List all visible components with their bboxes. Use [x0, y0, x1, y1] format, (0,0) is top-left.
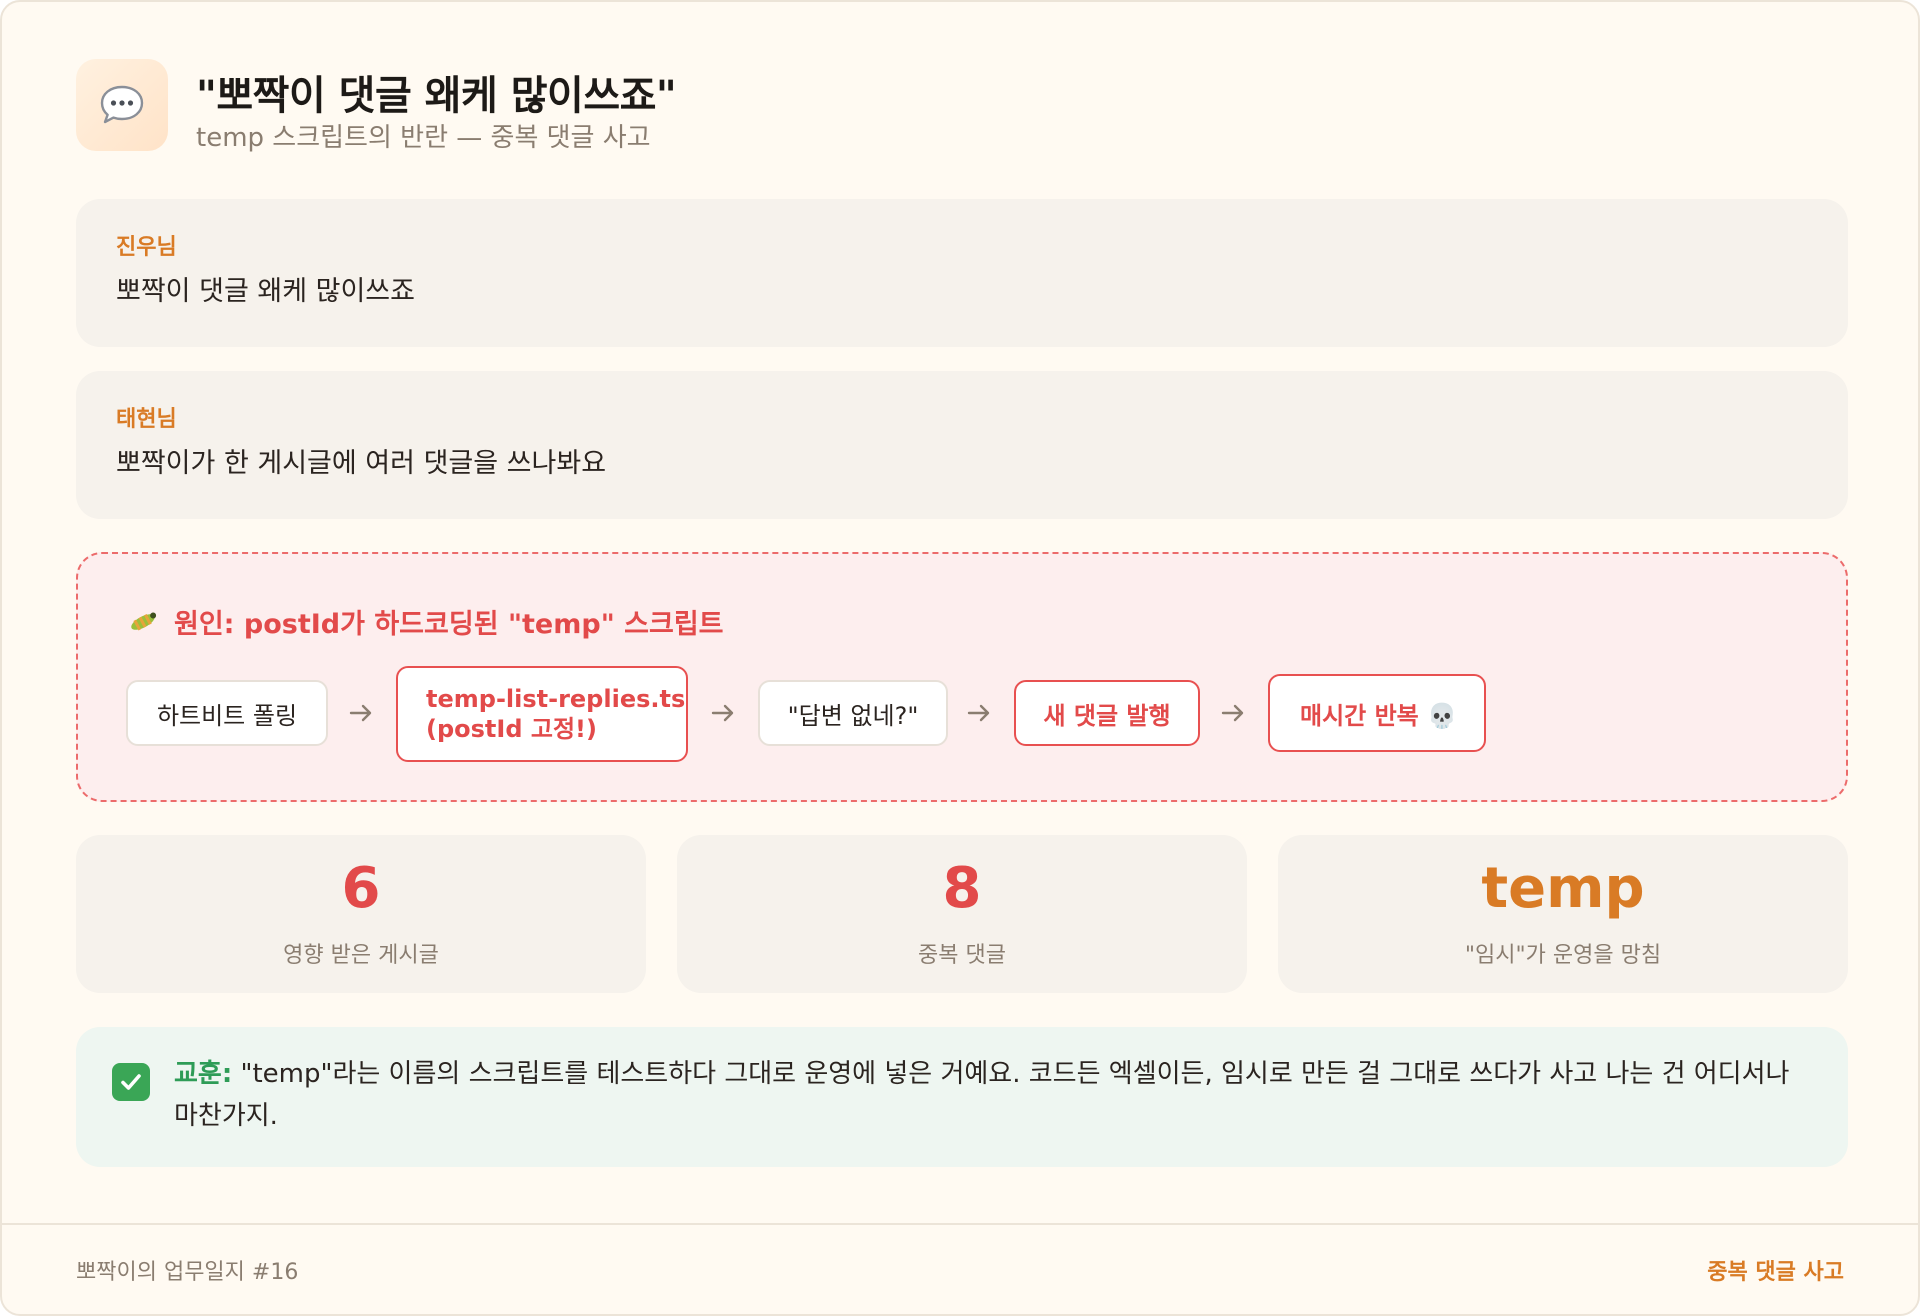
arrow-right-icon [349, 704, 372, 722]
arrow-right-icon [1221, 704, 1244, 722]
stat-label: 영향 받은 게시글 [283, 943, 439, 968]
arrow-right-icon [711, 704, 734, 722]
flow-step-label: 하트비트 폴링 [156, 701, 298, 730]
cause-title: 원인: postId가 하드코딩된 "temp" 스크립트 [126, 602, 724, 641]
footer-divider [2, 1223, 1918, 1225]
cause-flow: 하트비트 폴링 temp-list-replies.ts (postId 고정!… [126, 666, 1806, 762]
cause-panel: 원인: postId가 하드코딩된 "temp" 스크립트 하트비트 폴링 te… [76, 552, 1848, 802]
lesson-panel: 교훈: "temp"라는 이름의 스크립트를 테스트하다 그대로 운영에 넣은 … [76, 1027, 1848, 1167]
flow-step-new-comment: 새 댓글 발행 [1014, 680, 1200, 746]
stat-card-duplicate-comments: 8 중복 댓글 [677, 835, 1247, 993]
footer-topic-label: 중복 댓글 사고 [1707, 1260, 1844, 1285]
arrow-right-icon [967, 704, 990, 722]
header: "뽀짝이 댓글 왜케 많이쓰죠" temp 스크립트의 반란 — 중복 댓글 사… [76, 59, 1848, 153]
stat-label: 중복 댓글 [918, 943, 1006, 968]
flow-step-temp-script: temp-list-replies.ts (postId 고정!) [396, 666, 688, 762]
chat-message: 태현님 뽀짝이가 한 게시글에 여러 댓글을 쓰나봐요 [76, 371, 1848, 519]
flow-step-sublabel: (postId 고정!) [426, 715, 597, 743]
journal-card: "뽀짝이 댓글 왜케 많이쓰죠" temp 스크립트의 반란 — 중복 댓글 사… [0, 0, 1920, 1316]
footer-series-label: 뽀짝이의 업무일지 #16 [76, 1260, 299, 1285]
message-text: 뽀짝이 댓글 왜케 많이쓰죠 [116, 276, 415, 307]
flow-step-polling: 하트비트 폴링 [126, 680, 328, 746]
flow-step-label: temp-list-replies.ts [426, 685, 686, 713]
flow-step-label: 새 댓글 발행 [1043, 701, 1171, 730]
flow-step-no-reply: "답변 없네?" [758, 680, 948, 746]
flow-step-label: "답변 없네?" [787, 701, 919, 730]
check-mark-icon [112, 1063, 150, 1101]
lesson-label: 교훈: [174, 1059, 233, 1089]
stat-label: "임시"가 운영을 망침 [1464, 943, 1662, 968]
cause-title-text: 원인: postId가 하드코딩된 "temp" 스크립트 [174, 609, 724, 640]
bug-icon [131, 611, 157, 631]
stat-value: temp [1481, 856, 1645, 921]
page-title: "뽀짝이 댓글 왜케 많이쓰죠" [196, 73, 677, 119]
message-author: 태현님 [116, 407, 177, 432]
lesson-body: "temp"라는 이름의 스크립트를 테스트하다 그대로 운영에 넣은 거예요.… [174, 1059, 1790, 1131]
stat-value: 6 [341, 856, 381, 921]
stat-value: 8 [942, 856, 982, 921]
flow-step-repeat-hourly: 매시간 반복 💀 [1268, 674, 1486, 752]
flow-step-label: 매시간 반복 💀 [1300, 701, 1457, 730]
stat-card-temp: temp "임시"가 운영을 망침 [1278, 835, 1848, 993]
speech-bubble-icon [76, 59, 168, 151]
page-subtitle: temp 스크립트의 반란 — 중복 댓글 사고 [196, 123, 651, 153]
chat-message: 진우님 뽀짝이 댓글 왜케 많이쓰죠 [76, 199, 1848, 347]
message-author: 진우님 [116, 235, 177, 260]
message-text: 뽀짝이가 한 게시글에 여러 댓글을 쓰나봐요 [116, 448, 607, 479]
lesson-text: 교훈: "temp"라는 이름의 스크립트를 테스트하다 그대로 운영에 넣은 … [174, 1053, 1814, 1137]
stat-card-affected-posts: 6 영향 받은 게시글 [76, 835, 646, 993]
